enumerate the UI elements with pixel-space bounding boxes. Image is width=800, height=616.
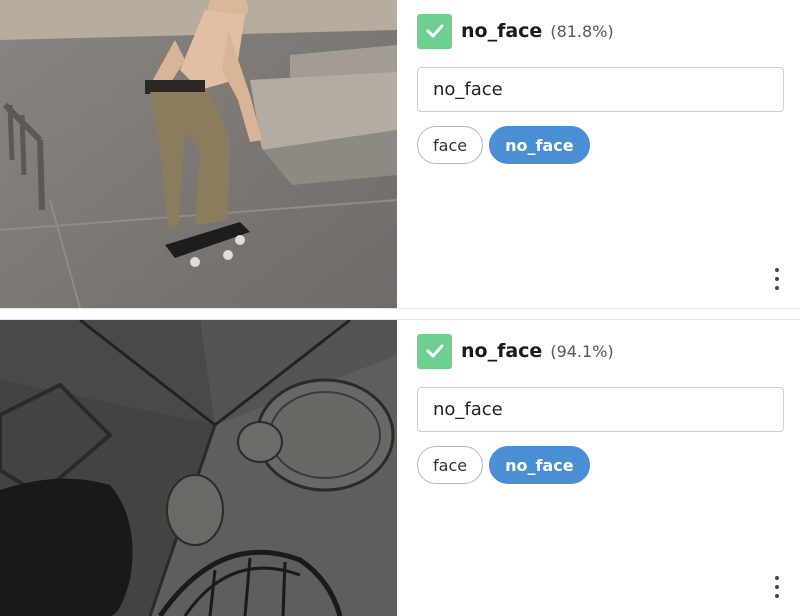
result-card: no_face (81.8%) face no_face (0, 0, 800, 308)
chip-no-face[interactable]: no_face (489, 446, 590, 484)
chip-face[interactable]: face (417, 126, 484, 164)
dark-room-image (0, 320, 397, 616)
label-input[interactable] (417, 387, 784, 432)
result-card: no_face (94.1%) face no_face (0, 320, 800, 616)
chip-face[interactable]: face (417, 446, 484, 484)
check-icon (417, 13, 452, 49)
prediction-row: no_face (81.8%) (417, 13, 614, 49)
card-divider (0, 308, 800, 320)
label-chips: face no_face (417, 126, 596, 164)
label-panel: no_face (94.1%) face no_face (397, 320, 800, 616)
prediction-confidence: (94.1%) (550, 341, 614, 361)
prediction-row: no_face (94.1%) (417, 333, 614, 369)
prediction-label: no_face (461, 20, 543, 42)
dark-room-photo (0, 320, 397, 616)
label-panel: no_face (81.8%) face no_face (397, 0, 800, 308)
prediction-label: no_face (461, 340, 543, 362)
skateboarder-photo (0, 0, 397, 308)
skateboarder-image (0, 0, 397, 308)
more-vertical-icon[interactable] (772, 268, 782, 290)
more-vertical-icon[interactable] (772, 576, 782, 598)
label-input[interactable] (417, 67, 784, 112)
prediction-confidence: (81.8%) (550, 21, 614, 41)
label-chips: face no_face (417, 446, 596, 484)
check-icon (417, 333, 452, 369)
chip-no-face[interactable]: no_face (489, 126, 590, 164)
